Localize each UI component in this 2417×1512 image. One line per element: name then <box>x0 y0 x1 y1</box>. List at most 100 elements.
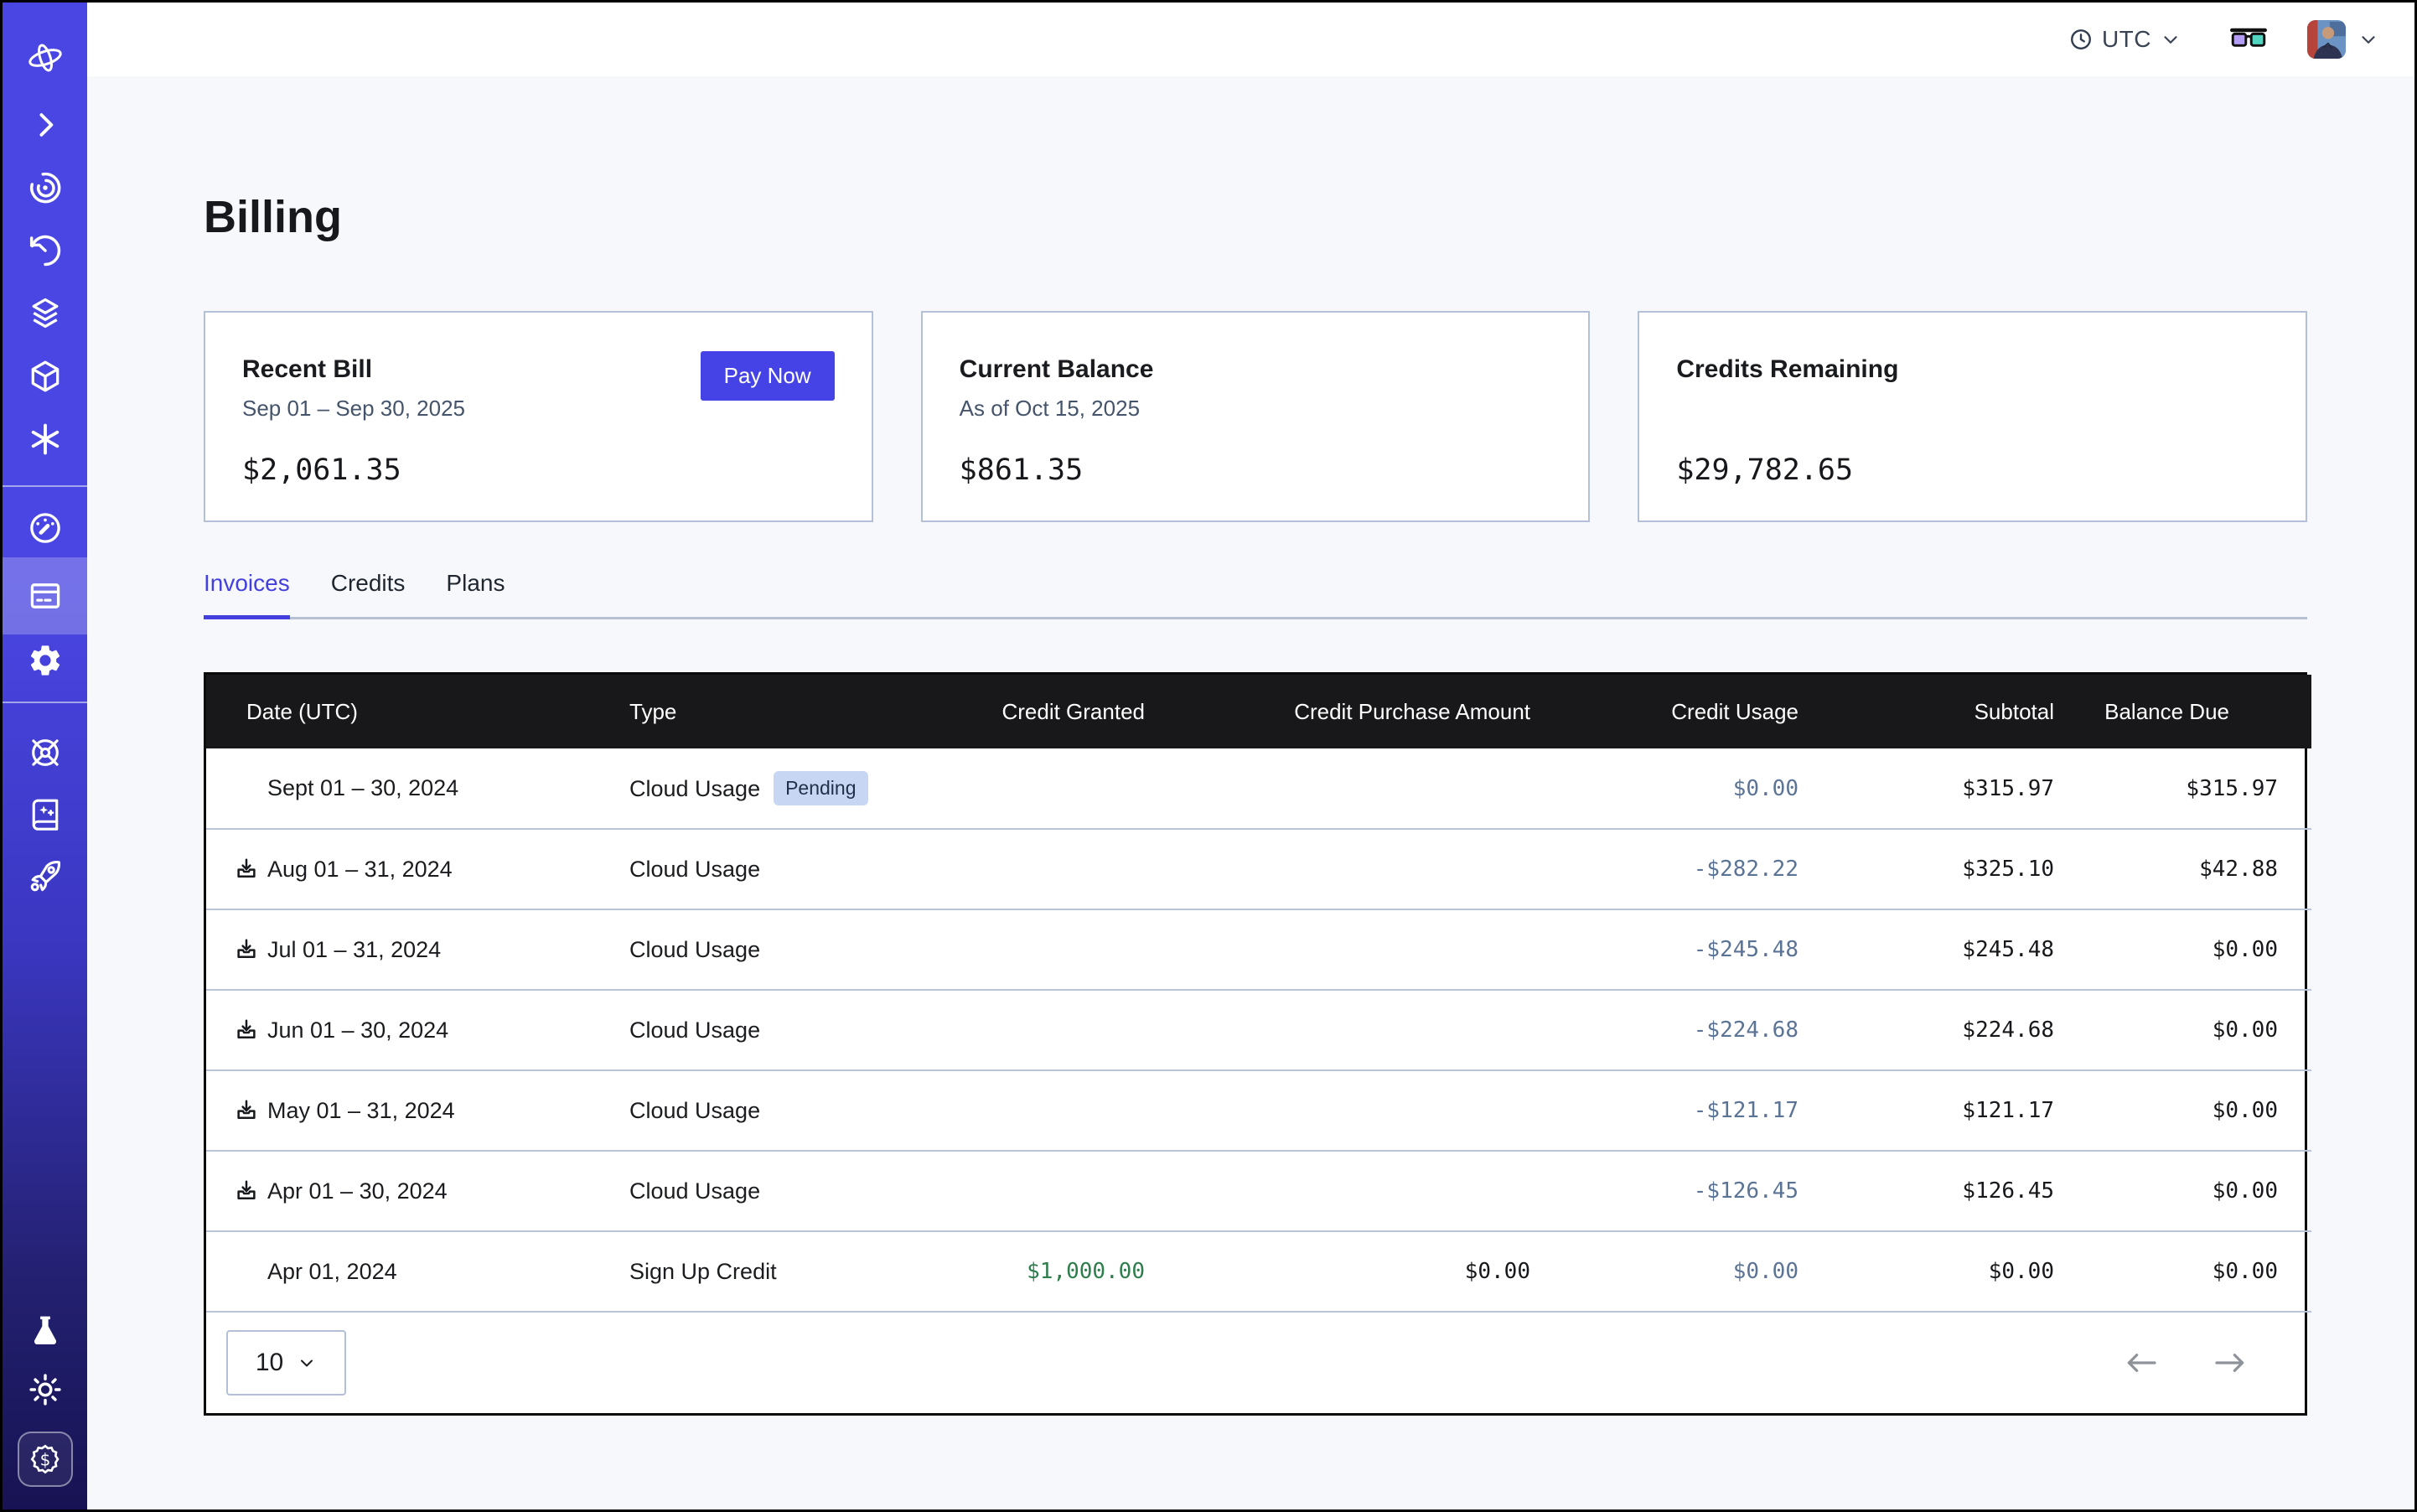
credit-usage: $0.00 <box>1733 1259 1799 1284</box>
table-row: Apr 01 – 30, 2024 Cloud Usage -$126.45 $… <box>206 1151 2311 1231</box>
subtotal: $126.45 <box>1962 1178 2054 1204</box>
svg-text:$: $ <box>39 1449 50 1469</box>
recent-bill-card: Recent Bill Sep 01 – Sep 30, 2025 $2,061… <box>204 311 873 522</box>
avatar <box>2307 20 2346 59</box>
billing-card-icon <box>27 577 64 614</box>
download-invoice-icon[interactable] <box>234 937 259 962</box>
invoice-type: Cloud Usage <box>629 776 760 801</box>
col-subtotal: Subtotal <box>1832 675 2088 748</box>
credit-usage: -$126.45 <box>1694 1178 1799 1204</box>
tab-invoices[interactable]: Invoices <box>204 570 290 619</box>
dashboard-gauge-icon[interactable] <box>3 509 87 547</box>
invoice-type: Sign Up Credit <box>629 1259 777 1284</box>
history-timer-icon[interactable] <box>3 231 87 270</box>
subtotal: $224.68 <box>1962 1017 2054 1043</box>
sidebar-expand-chevron-icon[interactable] <box>3 106 87 144</box>
col-date: Date (UTC) <box>206 675 592 748</box>
tab-credits[interactable]: Credits <box>331 570 406 619</box>
table-header-row: Date (UTC) Type Credit Granted Credit Pu… <box>206 675 2311 748</box>
credits-dollar-badge-icon[interactable]: $ <box>18 1432 73 1487</box>
tab-plans[interactable]: Plans <box>446 570 505 619</box>
clock-icon <box>2068 27 2094 52</box>
invoice-date: Apr 01, 2024 <box>267 1259 397 1285</box>
table-row: Apr 01, 2024 Sign Up Credit $1,000.00 $0… <box>206 1231 2311 1312</box>
prev-page-button[interactable] <box>2123 1349 2160 1376</box>
summary-cards: Recent Bill Sep 01 – Sep 30, 2025 $2,061… <box>204 311 2307 522</box>
flask-icon[interactable] <box>3 1313 87 1351</box>
chevron-down-icon <box>297 1353 317 1373</box>
timezone-selector[interactable]: UTC <box>2068 26 2182 53</box>
balance-due: $0.00 <box>2213 1259 2278 1284</box>
app-logo-icon[interactable] <box>3 39 87 77</box>
chevron-down-icon <box>2160 28 2182 50</box>
sidebar-divider <box>3 485 87 487</box>
invoice-date: Aug 01 – 31, 2024 <box>267 857 453 883</box>
invoice-type: Cloud Usage <box>629 1098 760 1123</box>
insights-spiral-icon[interactable] <box>3 168 87 207</box>
credits-remaining-card: Credits Remaining $29,782.65 <box>1638 311 2307 522</box>
card-subtitle <box>1676 395 2269 422</box>
rocket-icon[interactable] <box>3 857 87 896</box>
credit-usage: -$224.68 <box>1694 1017 1799 1043</box>
download-invoice-icon[interactable] <box>234 1017 259 1043</box>
subtotal: $245.48 <box>1962 937 2054 962</box>
credit-purchase-amount: $0.00 <box>1465 1259 1530 1284</box>
invoice-date: Jul 01 – 31, 2024 <box>267 937 441 963</box>
sidebar-item-billing[interactable] <box>3 557 87 634</box>
col-credit-granted: Credit Granted <box>944 675 1178 748</box>
pagination: 10 <box>206 1313 2305 1413</box>
balance-due: $0.00 <box>2213 1017 2278 1043</box>
balance-due: $315.97 <box>2186 776 2278 801</box>
sidebar: $ <box>3 3 87 1509</box>
subtotal: $315.97 <box>1962 776 2054 801</box>
current-balance-card: Current Balance As of Oct 15, 2025 $861.… <box>921 311 1591 522</box>
content: Billing Recent Bill Sep 01 – Sep 30, 202… <box>87 76 2414 1509</box>
theme-sun-icon[interactable] <box>3 1370 87 1409</box>
pending-badge: Pending <box>774 771 867 805</box>
balance-due: $42.88 <box>2199 857 2278 882</box>
subtotal: $121.17 <box>1962 1098 2054 1123</box>
invoice-type: Cloud Usage <box>629 1178 760 1204</box>
timezone-label: UTC <box>2102 26 2151 53</box>
invoice-date: Jun 01 – 30, 2024 <box>267 1017 448 1043</box>
download-invoice-icon[interactable] <box>234 1098 259 1123</box>
pay-now-button[interactable]: Pay Now <box>701 351 835 401</box>
glasses-button[interactable] <box>2230 26 2267 53</box>
invoice-date: Apr 01 – 30, 2024 <box>267 1178 448 1204</box>
user-menu[interactable] <box>2307 20 2379 59</box>
credits-remaining-amount: $29,782.65 <box>1676 453 2269 487</box>
card-title: Current Balance <box>960 355 1552 385</box>
credit-granted: $1,000.00 <box>1027 1259 1145 1284</box>
credit-usage: $0.00 <box>1733 776 1799 801</box>
balance-due: $0.00 <box>2213 937 2278 962</box>
page-size-select[interactable]: 10 <box>226 1330 346 1395</box>
arrow-right-icon <box>2212 1349 2249 1376</box>
helm-wheel-icon[interactable] <box>3 733 87 772</box>
table-row: May 01 – 31, 2024 Cloud Usage -$121.17 $… <box>206 1070 2311 1151</box>
table-row: Aug 01 – 31, 2024 Cloud Usage -$282.22 $… <box>206 829 2311 909</box>
download-invoice-icon[interactable] <box>234 1178 259 1204</box>
layers-icon[interactable] <box>3 294 87 333</box>
balance-due: $0.00 <box>2213 1098 2278 1123</box>
docs-book-icon[interactable] <box>3 795 87 834</box>
settings-gear-icon[interactable] <box>3 641 87 680</box>
col-type: Type <box>592 675 944 748</box>
subtotal: $325.10 <box>1962 857 2054 882</box>
next-page-button[interactable] <box>2212 1349 2249 1376</box>
sidebar-divider <box>3 702 87 703</box>
topbar: UTC <box>87 3 2414 76</box>
table-row: Jul 01 – 31, 2024 Cloud Usage -$245.48 $… <box>206 909 2311 990</box>
credit-usage: -$121.17 <box>1694 1098 1799 1123</box>
cube-icon[interactable] <box>3 357 87 396</box>
col-balance-due: Balance Due <box>2088 675 2311 748</box>
invoice-type: Cloud Usage <box>629 937 760 962</box>
arrow-left-icon <box>2123 1349 2160 1376</box>
invoice-type: Cloud Usage <box>629 1017 760 1043</box>
col-credit-purchase-amount: Credit Purchase Amount <box>1178 675 1564 748</box>
download-invoice-icon[interactable] <box>234 857 259 882</box>
table-row: Sept 01 – 30, 2024 Cloud UsagePending $0… <box>206 748 2311 829</box>
invoice-type: Cloud Usage <box>629 857 760 882</box>
glasses-icon <box>2230 26 2267 53</box>
billing-tabs: Invoices Credits Plans <box>204 570 2307 619</box>
asterisk-icon[interactable] <box>3 420 87 458</box>
